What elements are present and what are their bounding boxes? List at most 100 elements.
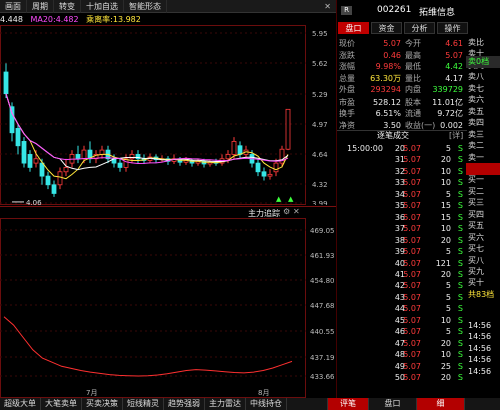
trade-price: 5.07 <box>403 235 421 245</box>
trade-qty: 5 <box>445 247 451 257</box>
trade-side: S <box>457 350 463 360</box>
order-book-slot[interactable]: 卖五 <box>466 106 500 118</box>
trade-row: 35 5.07 15 S <box>347 200 465 212</box>
trade-row: 38 5.07 20 S <box>347 235 465 247</box>
trade-price: 5.07 <box>403 373 421 382</box>
indicator-tick-label: 454.80 <box>310 277 335 285</box>
order-book-slot[interactable]: 卖三 <box>466 129 500 141</box>
quote-row: 总量 63.30万 量比 4.17 <box>339 73 465 85</box>
order-book-slot[interactable]: 卖七 <box>466 83 500 95</box>
toolbar-item-screen[interactable]: 画面 <box>0 0 27 13</box>
tab-order-book[interactable]: 盘口 <box>338 22 369 34</box>
bottom-tab-6[interactable]: 中线持仓 <box>246 398 287 410</box>
order-book-slot[interactable]: 买六 <box>466 232 500 244</box>
tab-funds[interactable]: 资金 <box>371 22 402 34</box>
indicator-chart[interactable]: 469.05 461.93 454.80 447.68 440.55 437.19 433.… <box>0 218 336 398</box>
trade-price: 5.07 <box>403 327 421 337</box>
trade-side: S <box>457 235 463 245</box>
candle-body <box>225 154 231 160</box>
trade-price: 5.07 <box>403 178 421 188</box>
trade-price: 5.07 <box>403 315 421 325</box>
order-book-slot[interactable]: 14:56 <box>466 354 500 366</box>
order-book-slot[interactable]: 买七 <box>466 243 500 255</box>
trade-qty: 15 <box>440 201 451 211</box>
order-book-slot[interactable] <box>466 162 500 175</box>
candle-body <box>255 162 261 173</box>
trade-row: 33 5.07 10 S <box>347 177 465 189</box>
close-icon[interactable]: ✕ <box>319 0 336 13</box>
order-book-slot[interactable]: 14:56 <box>466 366 500 378</box>
candlestick-chart[interactable]: 5.95 5.62 5.29 4.97 4.64 4.32 3.99 4.06 ▲ ▲ <box>0 25 336 205</box>
bias-value: 乘离率:13.982 <box>86 15 141 24</box>
quote-value: 5.07 <box>383 39 401 48</box>
order-book-slot[interactable]: 买三 <box>466 197 500 209</box>
trade-price: 5.07 <box>403 304 421 314</box>
order-book-slot[interactable]: 卖比 <box>466 37 500 49</box>
trade-price: 5.07 <box>403 201 421 211</box>
toolbar-item-add-watchlist[interactable]: 十加自选 <box>81 0 124 13</box>
order-book-slot[interactable]: 买一 <box>466 174 500 186</box>
order-book-slot[interactable] <box>466 308 500 320</box>
quote-label: 涨幅 <box>339 62 355 71</box>
bottom-tab-2[interactable]: 买卖决策 <box>82 398 123 410</box>
candle-body <box>129 154 135 160</box>
trade-row: 32 5.07 10 S <box>347 166 465 178</box>
tab-analysis[interactable]: 分析 <box>404 22 435 34</box>
candle-body <box>21 141 27 164</box>
bottom-tab-5[interactable]: 主力雷达 <box>205 398 246 410</box>
order-book-slot[interactable]: 共83档 <box>466 289 500 301</box>
indicator-line <box>3 316 293 377</box>
trade-price: 5.07 <box>403 189 421 199</box>
candle-body <box>99 149 105 155</box>
gear-icon[interactable]: ⚙ <box>283 207 290 216</box>
trade-price: 5.07 <box>403 281 421 291</box>
quote-label: 今开 <box>405 39 421 48</box>
order-book-slot[interactable]: 卖四 <box>466 117 500 129</box>
trades-detail-link[interactable]: [详] <box>449 130 463 141</box>
order-book-slot[interactable]: 买十 <box>466 277 500 289</box>
candle-body <box>267 173 273 177</box>
trade-qty: 20 <box>440 155 451 165</box>
toolbar-item-switch[interactable]: 转变 <box>54 0 81 13</box>
order-book-slot[interactable]: 14:56 <box>466 331 500 343</box>
trade-side: S <box>457 338 463 348</box>
order-book-slot[interactable]: 14:56 <box>466 343 500 355</box>
bottom-tab-7[interactable] <box>287 398 328 410</box>
trade-row: 39 5.07 5 S <box>347 246 465 258</box>
bottom-tab-1[interactable]: 大笔卖单 <box>41 398 82 410</box>
trade-side: S <box>457 189 463 199</box>
candle-body <box>75 154 81 160</box>
trade-row: 47 5.07 20 S <box>347 338 465 350</box>
toolbar-item-period[interactable]: 周期 <box>27 0 54 13</box>
bottom-tab-4[interactable]: 趋势强弱 <box>164 398 205 410</box>
trade-price: 5.07 <box>403 212 421 222</box>
price-tick-label: 5.95 <box>312 30 328 38</box>
order-book-slot[interactable]: 买五 <box>466 220 500 232</box>
order-book-slot[interactable]: 买八 <box>466 255 500 267</box>
trades-title: 逐笔成交 <box>377 131 409 140</box>
order-book-summary: 卖0档 <box>466 56 500 68</box>
bottom-tab-9[interactable]: 盘口 <box>369 398 417 410</box>
tab-operate[interactable]: 操作 <box>437 22 468 34</box>
order-book-slot[interactable]: 卖六 <box>466 94 500 106</box>
bottom-tab-0[interactable]: 超级大单 <box>0 398 41 410</box>
bottom-tab-8[interactable]: 评笔 <box>328 398 369 410</box>
order-book-slot[interactable]: 买二 <box>466 186 500 198</box>
bottom-tab-3[interactable]: 短线精灵 <box>123 398 164 410</box>
trade-price: 5.07 <box>403 361 421 371</box>
close-icon[interactable]: ✕ <box>293 207 300 216</box>
trade-side: S <box>457 373 463 382</box>
toolbar-item-smart-pattern[interactable]: 智能形态 <box>124 0 167 13</box>
quote-label: 涨跌 <box>339 50 355 60</box>
quote-row: 市盈 528.12 股本 11.01亿 <box>339 97 465 109</box>
order-book-slot[interactable]: 14:56 <box>466 320 500 332</box>
candle-body <box>81 149 87 160</box>
order-book-slot[interactable]: 买九 <box>466 266 500 278</box>
trade-side: S <box>457 281 463 291</box>
order-book-slot[interactable]: 卖一 <box>466 152 500 164</box>
order-book-slot[interactable]: 卖二 <box>466 140 500 152</box>
bottom-tab-10[interactable]: 细 <box>417 398 465 410</box>
order-book-slot[interactable]: 买四 <box>466 209 500 221</box>
trade-qty: 20 <box>440 373 451 382</box>
order-book-slot[interactable]: 卖八 <box>466 71 500 83</box>
